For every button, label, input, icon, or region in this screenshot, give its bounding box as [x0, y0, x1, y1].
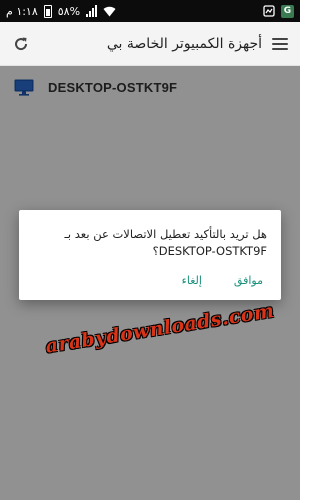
dialog-message-line-2: DESKTOP-OSTKT9F؟ — [152, 244, 267, 258]
notification-icon — [263, 5, 275, 17]
status-bar-left: ١:١٨ م ٥٨% — [0, 4, 116, 18]
hamburger-menu-icon[interactable] — [272, 37, 288, 50]
battery-percent: ٥٨% — [57, 4, 81, 18]
cell-signal-icon — [86, 5, 98, 17]
clock: ١:١٨ م — [6, 4, 38, 18]
status-bar: ١:١٨ م ٥٨% G — [0, 0, 300, 22]
status-bar-right: G — [263, 4, 300, 18]
confirm-dialog: هل تريد بالتأكيد تعطيل الاتصالات عن بعد … — [19, 210, 281, 300]
dialog-message: هل تريد بالتأكيد تعطيل الاتصالات عن بعد … — [33, 226, 267, 260]
refresh-icon[interactable] — [12, 35, 30, 53]
app-badge-icon: G — [281, 4, 294, 18]
cancel-button[interactable]: إلغاء — [178, 272, 206, 289]
ok-button[interactable]: موافق — [230, 272, 267, 289]
page-title: أجهزة الكمبيوتر الخاصة بي — [106, 35, 262, 52]
battery-icon — [43, 4, 52, 18]
app-title-wrap: أجهزة الكمبيوتر الخاصة بي — [30, 36, 272, 52]
wifi-icon — [103, 6, 116, 16]
dialog-actions: إلغاء موافق — [33, 270, 267, 290]
app-bar: أجهزة الكمبيوتر الخاصة بي — [0, 22, 300, 66]
dialog-message-line-1: هل تريد بالتأكيد تعطيل الاتصالات عن بعد … — [64, 227, 267, 241]
